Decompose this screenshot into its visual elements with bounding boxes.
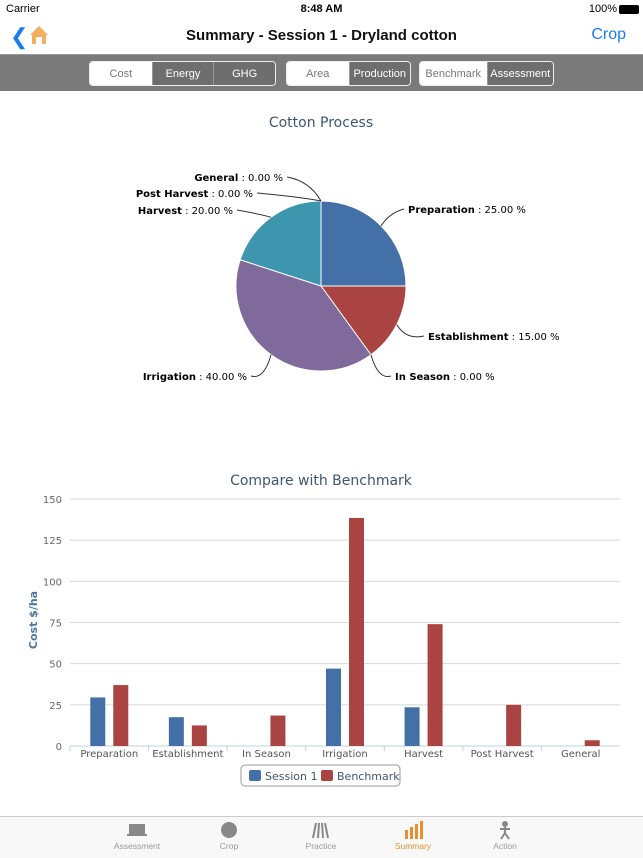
bar-session-1[interactable] <box>326 668 341 746</box>
crop-button[interactable]: Crop <box>591 26 626 44</box>
x-tick-label: In Season <box>242 749 291 760</box>
pie-connector <box>370 354 392 378</box>
tab-practice[interactable]: Practice <box>281 819 361 851</box>
bar-benchmark[interactable] <box>584 740 600 746</box>
segment-ghg[interactable]: GHG <box>213 62 275 85</box>
x-tick-label: Preparation <box>80 749 138 760</box>
tab-bar: Assessment Crop Practice Summary Action <box>0 816 643 858</box>
person-icon <box>465 819 545 841</box>
tab-label: Practice <box>305 841 337 851</box>
toolbar: Cost Energy GHG Area Production Benchmar… <box>0 54 643 91</box>
metric-segmented-control: Cost Energy GHG <box>89 61 276 86</box>
tab-label: Crop <box>219 841 239 851</box>
bar-benchmark[interactable] <box>427 624 443 746</box>
pie-label: Post Harvest : 0.00 % <box>136 189 253 200</box>
legend[interactable]: Session 1 Benchmark <box>240 764 401 787</box>
battery-icon <box>619 5 639 14</box>
y-tick-label: 50 <box>49 660 62 671</box>
pie-label: In Season : 0.00 % <box>395 372 495 383</box>
segment-benchmark[interactable]: Benchmark <box>420 62 487 85</box>
tab-label: Action <box>493 841 517 851</box>
bar-title: Compare with Benchmark <box>230 473 413 489</box>
segment-assessment[interactable]: Assessment <box>486 62 553 85</box>
pie-label: Establishment : 15.00 % <box>428 332 560 343</box>
pie-connector <box>236 209 272 218</box>
bar-benchmark[interactable] <box>349 517 364 746</box>
bar-chart-icon <box>373 819 453 841</box>
pie-label: Harvest : 20.00 % <box>138 206 233 217</box>
segment-cost[interactable]: Cost <box>90 62 152 85</box>
pie-connector <box>256 192 322 202</box>
x-tick-label: Post Harvest <box>471 749 534 760</box>
field-rows-icon <box>281 819 361 841</box>
bar-benchmark[interactable] <box>113 685 129 746</box>
tab-label: Assessment <box>113 841 161 851</box>
bar-benchmark[interactable] <box>191 725 207 746</box>
status-bar: Carrier 8:48 AM 100% <box>0 0 643 20</box>
x-tick-label: Irrigation <box>322 749 367 760</box>
segment-area[interactable]: Area <box>287 62 349 85</box>
tab-summary[interactable]: Summary <box>373 819 453 851</box>
pie-chart: Cotton Process Preparation : 25.00 % Esta… <box>136 115 560 383</box>
y-axis-label: Cost $/ha <box>27 591 40 649</box>
pie-label: Irrigation : 40.00 % <box>143 372 247 383</box>
tab-assessment[interactable]: Assessment <box>97 819 177 851</box>
y-tick-label: 75 <box>49 619 62 630</box>
legend-swatch <box>249 770 261 781</box>
segment-energy[interactable]: Energy <box>151 62 214 85</box>
pie-connector <box>396 324 425 338</box>
tab-label: Summary <box>394 841 432 851</box>
bar-benchmark[interactable] <box>506 704 522 746</box>
y-tick-label: 150 <box>43 495 62 506</box>
compare-segmented-control: Benchmark Assessment <box>419 61 554 86</box>
tab-crop[interactable]: Crop <box>189 819 269 851</box>
laptop-icon <box>97 819 177 841</box>
tab-action[interactable]: Action <box>465 819 545 851</box>
x-tick-label: Harvest <box>404 749 443 760</box>
clock: 8:48 AM <box>300 3 343 15</box>
y-tick-label: 25 <box>49 701 62 712</box>
pie-label: Preparation : 25.00 % <box>408 205 526 216</box>
pie-label: General : 0.00 % <box>194 173 283 184</box>
page-title: Summary - Session 1 - Dryland cotton <box>186 27 457 44</box>
x-tick-label: General <box>561 749 600 760</box>
legend-item[interactable]: Benchmark <box>337 770 400 783</box>
pie-connector <box>286 176 322 202</box>
nav-bar: ❮ Summary - Session 1 - Dryland cotton C… <box>0 20 643 54</box>
legend-item[interactable]: Session 1 <box>265 770 317 783</box>
y-tick-label: 125 <box>43 536 62 547</box>
pie-connector <box>250 354 272 378</box>
y-tick-label: 0 <box>56 742 62 753</box>
y-tick-label: 100 <box>43 577 62 588</box>
x-tick-label: Establishment <box>152 749 223 760</box>
segment-production[interactable]: Production <box>348 62 410 85</box>
bar-chart: Compare with Benchmark 0 25 50 75 100 125 150 P… <box>27 473 620 787</box>
bar-benchmark[interactable] <box>270 715 286 746</box>
battery-level: 100% <box>588 3 617 15</box>
legend-swatch <box>321 770 333 781</box>
basis-segmented-control: Area Production <box>286 61 411 86</box>
bar-session-1[interactable] <box>168 717 184 746</box>
bar-session-1[interactable] <box>90 697 106 746</box>
pie-connector <box>380 208 405 227</box>
bar-session-1[interactable] <box>404 707 420 746</box>
cotton-boll-icon <box>189 819 269 841</box>
pie-title: Cotton Process <box>269 115 373 131</box>
